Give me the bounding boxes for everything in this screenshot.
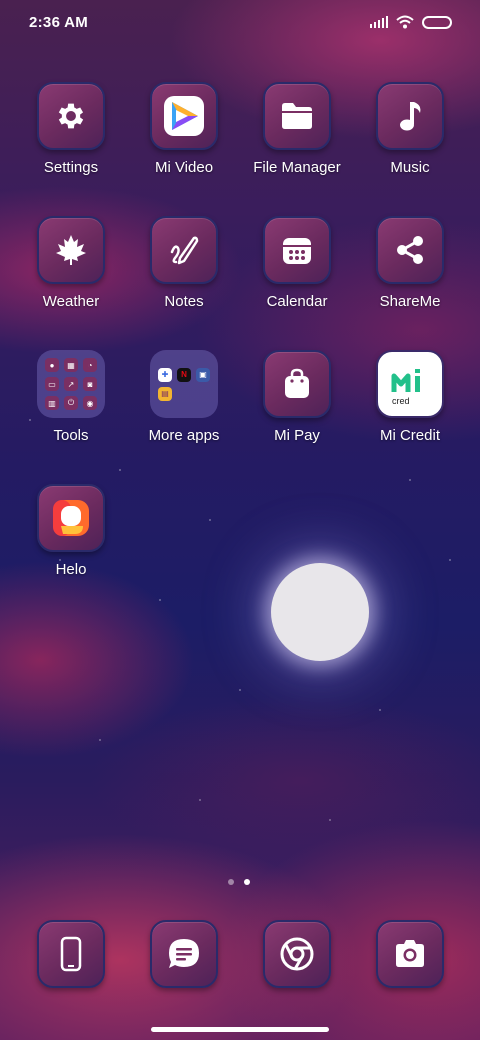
phone-icon [37,920,105,988]
app-label: ShareMe [379,293,441,310]
app-label: Mi Pay [274,427,320,444]
status-bar: 2:36 AM [0,0,480,44]
mini-mi-remote-icon: ⏻ [64,396,78,410]
app-calendar[interactable]: Calendar [237,216,357,310]
app-notes[interactable]: Notes [124,216,244,310]
music-note-icon [376,82,444,150]
app-mi-pay[interactable]: Mi Pay [237,350,357,444]
app-mi-credit[interactable]: cred Mi Credit [350,350,470,444]
mini-gallery-icon: ▤ [158,386,172,401]
folder-more-apps-icon: ✚ N ▣ ▤ [150,350,218,418]
app-label: Music [390,159,430,176]
dock-camera[interactable] [350,920,470,988]
page-dot-active[interactable] [244,879,250,885]
dock-phone[interactable] [11,920,131,988]
folder-icon [263,82,331,150]
mini-empty-slot [196,387,210,401]
signal-icon [370,16,388,28]
camera-icon [376,920,444,988]
app-label: Helo [55,561,87,578]
mini-calculator-icon: ▦ [64,358,78,372]
battery-icon [422,15,452,29]
mi-credit-logo-icon: cred [376,350,444,418]
app-label: File Manager [253,159,341,176]
app-label: More apps [148,427,220,444]
page-indicator[interactable] [228,879,250,885]
play-icon [150,82,218,150]
app-mi-video[interactable]: Mi Video [124,82,244,176]
app-weather[interactable]: Weather [11,216,131,310]
dock-messaging[interactable] [124,920,244,988]
mini-cleaner-icon: ◉ [83,396,97,410]
maple-leaf-icon [37,216,105,284]
status-icons [370,15,452,29]
svg-text:cred: cred [392,396,410,406]
app-file-manager[interactable]: File Manager [237,82,357,176]
calendar-icon [263,216,331,284]
mini-compass-icon: ↗ [64,377,78,391]
pen-icon [150,216,218,284]
app-shareme[interactable]: ShareMe [350,216,470,310]
mini-clock-icon: ◔ [83,358,97,372]
mini-game-icon: ▣ [196,367,210,382]
app-label: Mi Video [154,159,214,176]
share-icon [376,216,444,284]
app-label: Tools [53,427,89,444]
wallpaper-moon [271,563,369,661]
folder-tools-icon: ● ▦ ◔ ▭ ↗ ◙ ▥ ⏻ ◉ [37,350,105,418]
gear-icon [37,82,105,150]
app-music[interactable]: Music [350,82,470,176]
status-time: 2:36 AM [29,13,89,31]
mini-messages-icon: ▭ [45,377,59,391]
mini-netflix-icon: N [177,367,191,382]
app-label: Weather [42,293,100,310]
folder-more-apps[interactable]: ✚ N ▣ ▤ More apps [124,350,244,444]
shopping-bag-icon [263,350,331,418]
app-helo[interactable]: Helo [11,484,131,578]
app-label: Calendar [266,293,328,310]
mini-empty-slot [177,387,191,401]
mini-scanner-icon: ▥ [45,396,59,410]
page-dot[interactable] [228,879,234,885]
app-settings[interactable]: Settings [11,82,131,176]
mini-contacts-icon: ● [45,358,59,372]
app-label: Notes [164,293,204,310]
dock-browser[interactable] [237,920,357,988]
mini-screen-recorder-icon: ◙ [83,377,97,391]
home-indicator[interactable] [151,1027,329,1032]
folder-tools[interactable]: ● ▦ ◔ ▭ ↗ ◙ ▥ ⏻ ◉ Tools [11,350,131,444]
chrome-icon [263,920,331,988]
app-label: Mi Credit [379,427,440,444]
chat-bubble-icon [150,920,218,988]
mini-app-icon: ✚ [158,367,172,382]
helo-logo-icon [37,484,105,552]
wifi-icon [396,15,414,29]
app-label: Settings [43,159,99,176]
